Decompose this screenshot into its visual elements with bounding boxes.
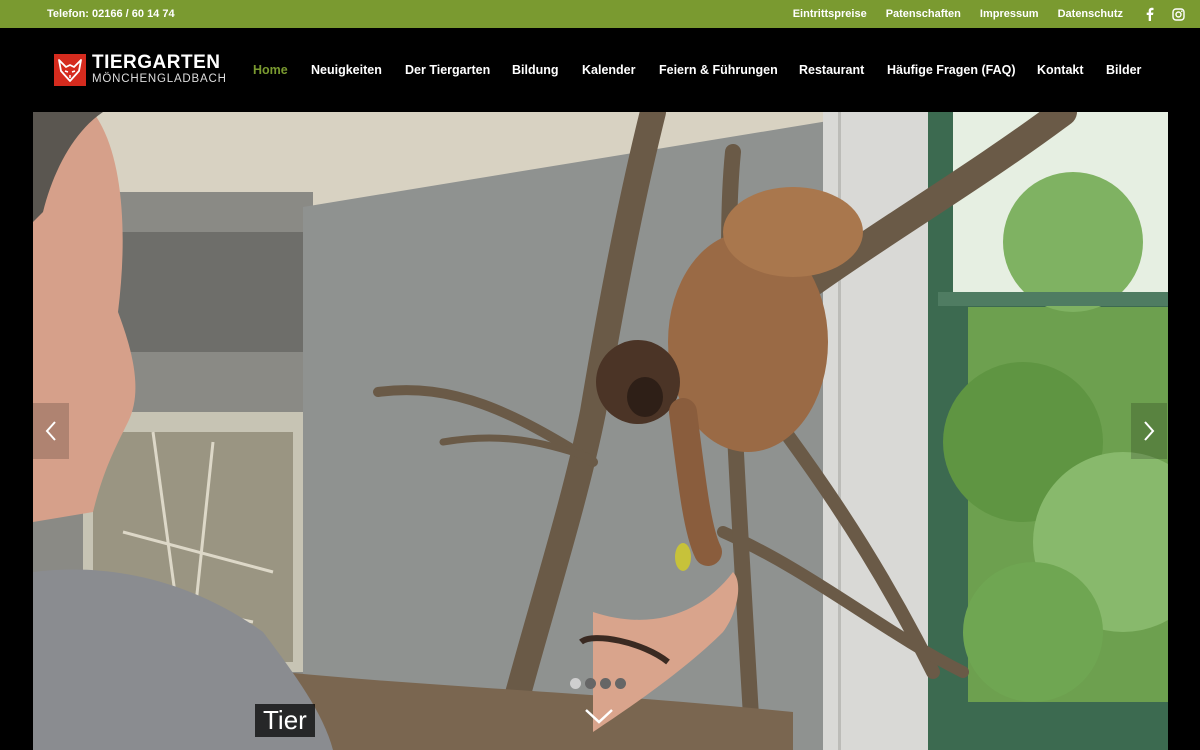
slider-dot-1[interactable]: [570, 678, 581, 689]
link-eintrittspreise[interactable]: Eintrittspreise: [793, 8, 867, 20]
phone-number[interactable]: Telefon: 02166 / 60 14 74: [47, 8, 175, 20]
link-datenschutz[interactable]: Datenschutz: [1058, 8, 1123, 20]
slider-dots: [570, 678, 630, 689]
slider-dot-2[interactable]: [585, 678, 596, 689]
chevron-left-icon: [45, 421, 56, 441]
link-patenschaften[interactable]: Patenschaften: [886, 8, 961, 20]
nav-restaurant[interactable]: Restaurant: [799, 63, 864, 77]
nav-faq[interactable]: Häufige Fragen (FAQ): [887, 63, 1015, 77]
slider-prev-button[interactable]: [33, 403, 69, 459]
nav-der-tiergarten[interactable]: Der Tiergarten: [405, 63, 490, 77]
main-nav: Home Neuigkeiten Der Tiergarten Bildung …: [0, 63, 1200, 79]
nav-kalender[interactable]: Kalender: [582, 63, 636, 77]
nav-neuigkeiten[interactable]: Neuigkeiten: [311, 63, 382, 77]
slider-next-button[interactable]: [1131, 403, 1167, 459]
hero-image: [33, 112, 1168, 750]
link-impressum[interactable]: Impressum: [980, 8, 1039, 20]
nav-home[interactable]: Home: [253, 63, 288, 77]
top-bar: Telefon: 02166 / 60 14 74 Eintrittspreis…: [0, 0, 1200, 28]
hero-slider: [33, 112, 1168, 750]
nav-kontakt[interactable]: Kontakt: [1037, 63, 1084, 77]
nav-bilder[interactable]: Bilder: [1106, 63, 1141, 77]
instagram-icon[interactable]: [1171, 7, 1185, 21]
nav-bildung[interactable]: Bildung: [512, 63, 559, 77]
chevron-right-icon: [1144, 421, 1155, 441]
facebook-icon[interactable]: [1142, 7, 1156, 21]
top-links: Eintrittspreise Patenschaften Impressum …: [793, 0, 1200, 28]
social-links: [1142, 7, 1200, 21]
nav-feiern-fuehrungen[interactable]: Feiern & Führungen: [659, 63, 778, 77]
slider-dot-4[interactable]: [615, 678, 626, 689]
slide-caption: Tier: [255, 704, 315, 737]
site-header: TIERGARTEN MÖNCHENGLADBACH Home Neuigkei…: [0, 28, 1200, 112]
chevron-down-icon[interactable]: [584, 706, 614, 726]
slider-dot-3[interactable]: [600, 678, 611, 689]
